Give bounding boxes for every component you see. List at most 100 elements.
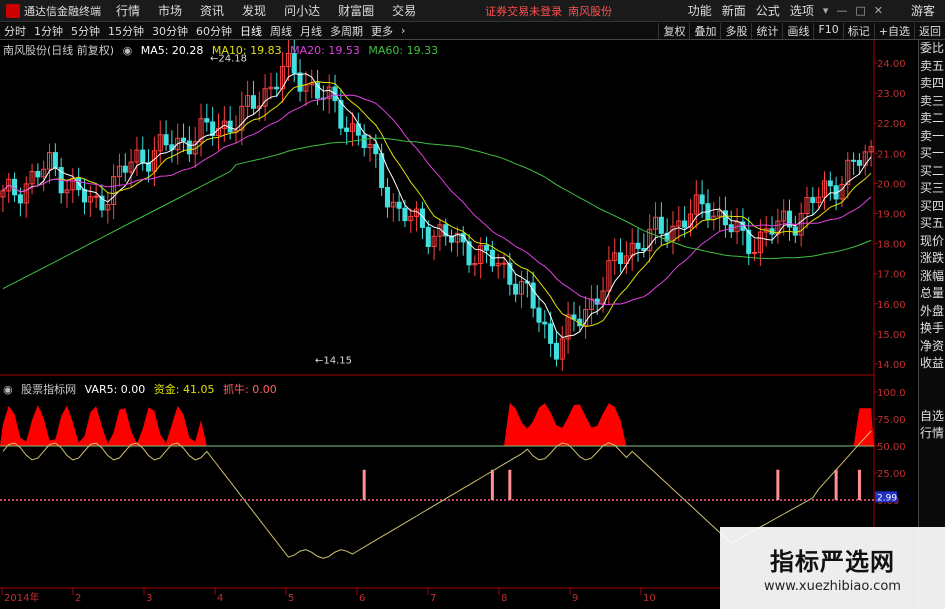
side-panel-item[interactable]: 涨跌 (919, 250, 945, 268)
side-panel-item[interactable]: 委比 (919, 40, 945, 58)
x-tick-label: 7 (430, 593, 436, 604)
draw-line-button[interactable]: 画线 (782, 22, 813, 39)
period-1min[interactable]: 1分钟 (30, 23, 67, 39)
login-notice[interactable]: 证券交易未登录 (485, 3, 562, 19)
period-multi[interactable]: 多周期 (326, 23, 367, 39)
side-panel-item[interactable]: 行情 (919, 425, 945, 443)
side-panel-item[interactable]: 换手 (919, 320, 945, 338)
signal-bar (776, 469, 780, 500)
minimize-icon[interactable]: — (832, 4, 851, 17)
price-tick-label: 21.00 (877, 149, 906, 160)
side-panel-item[interactable]: 收益 (919, 355, 945, 373)
current-stock-name: 南风股份 (568, 4, 613, 18)
side-panel-item[interactable]: 总量 (919, 285, 945, 303)
guest-user[interactable]: 游客 (887, 2, 945, 19)
side-panel-item[interactable]: 涨幅 (919, 268, 945, 286)
menu-news[interactable]: 资讯 (191, 2, 233, 19)
side-panel-item[interactable]: 外盘 (919, 303, 945, 321)
menu-new-page[interactable]: 新面 (717, 2, 751, 19)
period-30min[interactable]: 30分钟 (148, 23, 192, 39)
chart-area[interactable]: ←24.18 ←14.15 24.00 23.00 22.00 21.00 20.00 19… (0, 39, 945, 609)
side-panel-item[interactable]: 买四 (919, 198, 945, 216)
side-panel-item[interactable]: 卖三 (919, 93, 945, 111)
app-logo: 通达信金融终端 (0, 0, 107, 22)
menu-wealth[interactable]: 财富圈 (329, 2, 383, 19)
side-panel-item[interactable] (919, 390, 945, 408)
kline-chart[interactable]: ←24.18←14.15 24.0023.0022.0021.0020.0019… (0, 39, 945, 609)
signal-bar (834, 469, 838, 500)
back-button[interactable]: 返回 (914, 22, 945, 39)
period-more[interactable]: 更多 (367, 23, 397, 39)
candle-body (81, 189, 88, 203)
ma5-label: MA5: 20.28 (140, 44, 204, 57)
statistics-button[interactable]: 统计 (751, 22, 782, 39)
side-panel-item[interactable]: 净资 (919, 338, 945, 356)
menu-formula[interactable]: 公式 (751, 2, 785, 19)
close-icon[interactable]: ✕ (870, 4, 887, 17)
side-panel-item[interactable]: 自选 (919, 408, 945, 426)
candle-body (186, 140, 192, 155)
overlay-button[interactable]: 叠加 (689, 22, 720, 39)
menu-discover[interactable]: 发现 (233, 2, 275, 19)
period-weekly[interactable]: 周线 (266, 23, 296, 39)
period-60min[interactable]: 60分钟 (192, 23, 236, 39)
menu-trade[interactable]: 交易 (383, 2, 425, 19)
candle-body (483, 245, 490, 251)
candle-body (396, 201, 402, 209)
menu-function[interactable]: 功能 (683, 2, 717, 19)
menu-ask[interactable]: 问小达 (275, 2, 329, 19)
catch-bull-label: 抓牛: 0.00 (223, 383, 277, 396)
candle-body (851, 159, 857, 162)
candle-body (93, 195, 99, 198)
side-panel-item[interactable]: 买五 (919, 215, 945, 233)
period-monthly[interactable]: 月线 (296, 23, 326, 39)
multi-stock-button[interactable]: 多股 (720, 22, 751, 39)
x-tick-label: 2 (75, 593, 81, 604)
period-daily[interactable]: 日线 (236, 23, 266, 39)
side-panel-item[interactable]: 卖四 (919, 75, 945, 93)
period-15min[interactable]: 15分钟 (104, 23, 148, 39)
side-panel-item[interactable] (919, 373, 945, 391)
sub-legend-settings-icon[interactable]: ◉ (3, 383, 13, 396)
candle-body (402, 207, 408, 222)
side-panel-item[interactable]: 买二 (919, 163, 945, 181)
side-panel-item[interactable]: 卖二 (919, 110, 945, 128)
f10-button[interactable]: F10 (813, 22, 842, 39)
candle-body (810, 197, 816, 203)
menu-market[interactable]: 市场 (149, 2, 191, 19)
watermark-url: www.xuezhibiao.com (764, 579, 901, 594)
side-panel-item[interactable]: 买一 (919, 145, 945, 163)
period-intraday[interactable]: 分时 (0, 23, 30, 39)
candle-body (501, 262, 507, 265)
candle-body (181, 137, 187, 142)
price-tick-label: 20.00 (877, 179, 906, 190)
ma10-line (2, 80, 872, 328)
x-tick-label: 4 (217, 593, 223, 604)
legend-settings-icon[interactable]: ◉ (123, 44, 133, 57)
restore-rights-button[interactable]: 复权 (658, 22, 689, 39)
candle-body (548, 323, 554, 344)
candle-body (513, 283, 519, 295)
price-tick-label: 22.00 (877, 119, 906, 130)
side-panel-item[interactable]: 买三 (919, 180, 945, 198)
menu-quotes[interactable]: 行情 (107, 2, 149, 19)
period-5min[interactable]: 5分钟 (67, 23, 104, 39)
side-panel-item[interactable]: 现价 (919, 233, 945, 251)
candle-body (163, 134, 169, 146)
price-tick-label: 14.00 (877, 360, 906, 371)
main-legend-title: 南风股份(日线 前复权) (3, 44, 115, 57)
side-panel-item[interactable]: 卖一 (919, 128, 945, 146)
main-legend: 南风股份(日线 前复权) ◉ MA5: 20.28 MA10: 19.83 MA… (3, 42, 443, 58)
add-watchlist-button[interactable]: +自选 (873, 22, 914, 39)
side-panel-item[interactable]: 卖五 (919, 58, 945, 76)
x-tick-label: 9 (572, 593, 578, 604)
candle-body (507, 262, 513, 285)
mark-button[interactable]: 标记 (842, 22, 874, 39)
maximize-icon[interactable]: □ (851, 4, 869, 17)
chevron-right-icon[interactable]: › (397, 24, 409, 37)
price-tick-label: 16.00 (877, 300, 906, 311)
menu-options[interactable]: 选项 (785, 2, 819, 19)
candle-body (618, 252, 624, 265)
sub-tick-label: 25.00 (877, 469, 906, 480)
window-menu-icon[interactable]: ▾ (819, 4, 833, 17)
